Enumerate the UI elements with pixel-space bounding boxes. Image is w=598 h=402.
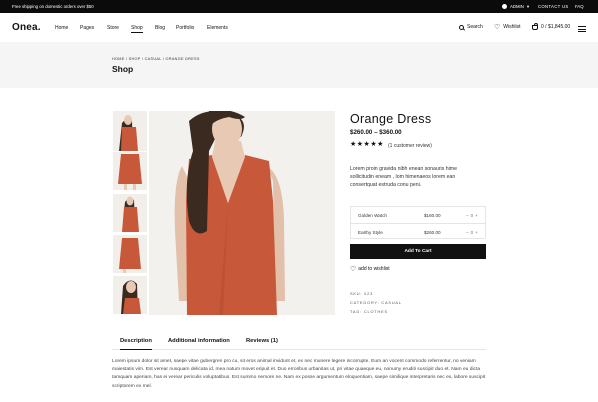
logo[interactable]: Onea. <box>12 22 41 33</box>
cart-button[interactable]: 0 / $1,845.00 <box>532 22 571 30</box>
quantity-stepper[interactable]: – 0 + <box>466 213 478 218</box>
admin-label: ADMIN <box>510 4 524 9</box>
tab-reviews[interactable]: Reviews (1) <box>246 338 278 344</box>
grouped-item-price: $260.00 <box>424 230 441 235</box>
heart-icon: ♡ <box>350 266 357 273</box>
admin-menu[interactable]: ADMIN ▾ <box>502 4 529 10</box>
rating-stars: ★★★★★ <box>350 141 384 148</box>
heart-icon: ♡ <box>494 23 501 31</box>
quantity-value[interactable]: 0 <box>471 230 474 235</box>
product-sku: SKU: 023 <box>350 291 374 296</box>
product-category[interactable]: CATEGORY: CASUAL <box>350 300 402 305</box>
thumbnail-4[interactable] <box>113 235 147 273</box>
product-long-description: Lorem ipsum dolor sit amet, saepe vitae … <box>112 359 486 389</box>
quantity-stepper[interactable]: – 0 + <box>466 230 478 235</box>
wishlist-button[interactable]: ♡ Wishlist <box>494 23 521 31</box>
cart-total: 0 / $1,845.00 <box>541 24 571 30</box>
nav-pages[interactable]: Pages <box>80 25 94 31</box>
nav-shop[interactable]: Shop <box>131 25 143 33</box>
add-to-cart-button[interactable]: Add To Cart <box>350 244 486 259</box>
review-link[interactable]: (1 customer review) <box>388 143 432 149</box>
product-tag[interactable]: TAG: CLOTHES <box>350 309 388 314</box>
bag-icon <box>532 22 538 30</box>
breadcrumb[interactable]: HOME / SHOP / CASUAL / ORANGE DRESS <box>112 57 200 61</box>
nav-blog[interactable]: Blog <box>155 25 165 31</box>
top-bar: Free shipping on domestic orders over $5… <box>0 0 598 13</box>
wishlist-label: Wishlist <box>503 24 521 30</box>
faq-link[interactable]: FAQ <box>575 4 584 9</box>
shipping-notice: Free shipping on domestic orders over $5… <box>12 4 94 9</box>
site-header: Onea. Home Pages Store Shop Blog Portfol… <box>0 13 598 42</box>
contact-link[interactable]: CONTACT US <box>538 4 569 9</box>
search-label: Search <box>467 24 483 30</box>
search-icon <box>459 24 464 30</box>
chevron-down-icon: ▾ <box>526 3 530 9</box>
thumbnail-5[interactable] <box>113 276 147 314</box>
product-price: $260.00 – $360.00 <box>350 129 402 136</box>
product-short-description: Lorem proin gravida nibh enean sonauris … <box>350 166 457 188</box>
minus-icon[interactable]: – <box>466 230 469 235</box>
product-tabs: Description Additional information Revie… <box>112 336 486 350</box>
thumbnail-1[interactable] <box>113 111 147 151</box>
thumbnail-2[interactable] <box>113 152 147 190</box>
grouped-item-name[interactable]: Earthy Style <box>358 230 383 235</box>
product-name: Orange Dress <box>350 112 432 126</box>
grouped-item-name[interactable]: Golden Watch <box>358 213 387 218</box>
grouped-item-price: $160.00 <box>424 213 441 218</box>
page-title: Shop <box>112 64 134 74</box>
quantity-value[interactable]: 0 <box>471 213 474 218</box>
nav-home[interactable]: Home <box>55 25 68 31</box>
nav-elements[interactable]: Elements <box>207 25 228 31</box>
product-main-image[interactable] <box>149 111 335 315</box>
grouped-row: Earthy Style $260.00 – 0 + <box>351 223 485 239</box>
tab-description[interactable]: Description <box>120 338 152 350</box>
nav-portfolio[interactable]: Portfolio <box>176 25 194 31</box>
plus-icon[interactable]: + <box>475 230 478 235</box>
hamburger-icon[interactable] <box>578 26 586 32</box>
grouped-row: Golden Watch $160.00 – 0 + <box>351 207 485 223</box>
user-icon <box>502 4 507 9</box>
plus-icon[interactable]: + <box>475 213 478 218</box>
minus-icon[interactable]: – <box>466 213 469 218</box>
title-band: HOME / SHOP / CASUAL / ORANGE DRESS Shop <box>0 42 598 88</box>
add-to-wishlist-label: add to wishlist <box>358 266 390 272</box>
grouped-products-table: Golden Watch $160.00 – 0 + Earthy Style … <box>350 206 486 239</box>
nav-store[interactable]: Store <box>107 25 119 31</box>
tab-additional-information[interactable]: Additional information <box>168 338 230 344</box>
search-button[interactable]: Search <box>459 24 483 30</box>
add-to-wishlist-link[interactable]: ♡ add to wishlist <box>350 265 390 273</box>
thumbnail-3[interactable] <box>113 194 147 232</box>
